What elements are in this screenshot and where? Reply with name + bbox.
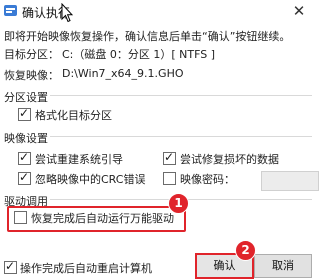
check-icon: ✓ [19, 150, 30, 164]
rebuild-boot-checkbox[interactable]: ✓ [18, 150, 31, 165]
restore-image-label: 恢复映像： [4, 69, 59, 82]
title-bar: 确认执行 ✕ [0, 0, 316, 22]
rebuild-boot-label: 尝试重建系统引导 [35, 153, 123, 166]
check-icon: ✓ [19, 170, 30, 184]
auto-reboot-checkbox[interactable]: ✓ [4, 259, 17, 274]
step-badge-1: 1 [168, 193, 189, 214]
check-icon: ✓ [164, 150, 175, 164]
auto-driver-checkbox[interactable] [14, 211, 27, 224]
step-badge-2: 2 [235, 240, 256, 261]
image-password-checkbox[interactable] [163, 172, 176, 185]
image-settings-title: 映像设置 [4, 132, 48, 145]
app-icon [4, 5, 17, 16]
image-password-label: 映像密码： [180, 173, 235, 186]
ignore-crc-label: 忽略映像中的CRC错误 [35, 173, 146, 186]
auto-reboot-label: 操作完成后自动重启计算机 [20, 262, 152, 275]
divider [50, 95, 312, 96]
ignore-crc-checkbox[interactable]: ✓ [18, 170, 31, 185]
check-icon: ✓ [19, 106, 30, 120]
mouse-cursor-icon [61, 3, 73, 23]
check-icon: ✓ [5, 259, 16, 273]
image-password-input[interactable] [261, 171, 319, 191]
confirm-execute-dialog: 确认执行 ✕ 即将开始映像恢复操作，确认信息后单击“确认”按钮继续。 目标分区：… [0, 0, 319, 279]
repair-data-label: 尝试修复损坏的数据 [180, 153, 279, 166]
partition-settings-title: 分区设置 [4, 91, 48, 104]
target-partition-label: 目标分区： [4, 48, 59, 61]
restore-image-value: D:\Win7_x64_9.1.GHO [62, 67, 184, 80]
cancel-button[interactable]: 取消 [254, 254, 312, 278]
intro-text: 即将开始映像恢复操作，确认信息后单击“确认”按钮继续。 [4, 30, 291, 43]
format-partition-label: 格式化目标分区 [35, 109, 112, 122]
target-partition-value: C:（磁盘 0：分区 1）[ NTFS ] [62, 48, 216, 61]
format-partition-checkbox[interactable]: ✓ [18, 106, 31, 121]
repair-data-checkbox[interactable]: ✓ [163, 150, 176, 165]
divider [50, 136, 312, 137]
close-button[interactable]: ✕ [286, 2, 312, 20]
auto-driver-label: 恢复完成后自动运行万能驱动 [31, 212, 174, 225]
